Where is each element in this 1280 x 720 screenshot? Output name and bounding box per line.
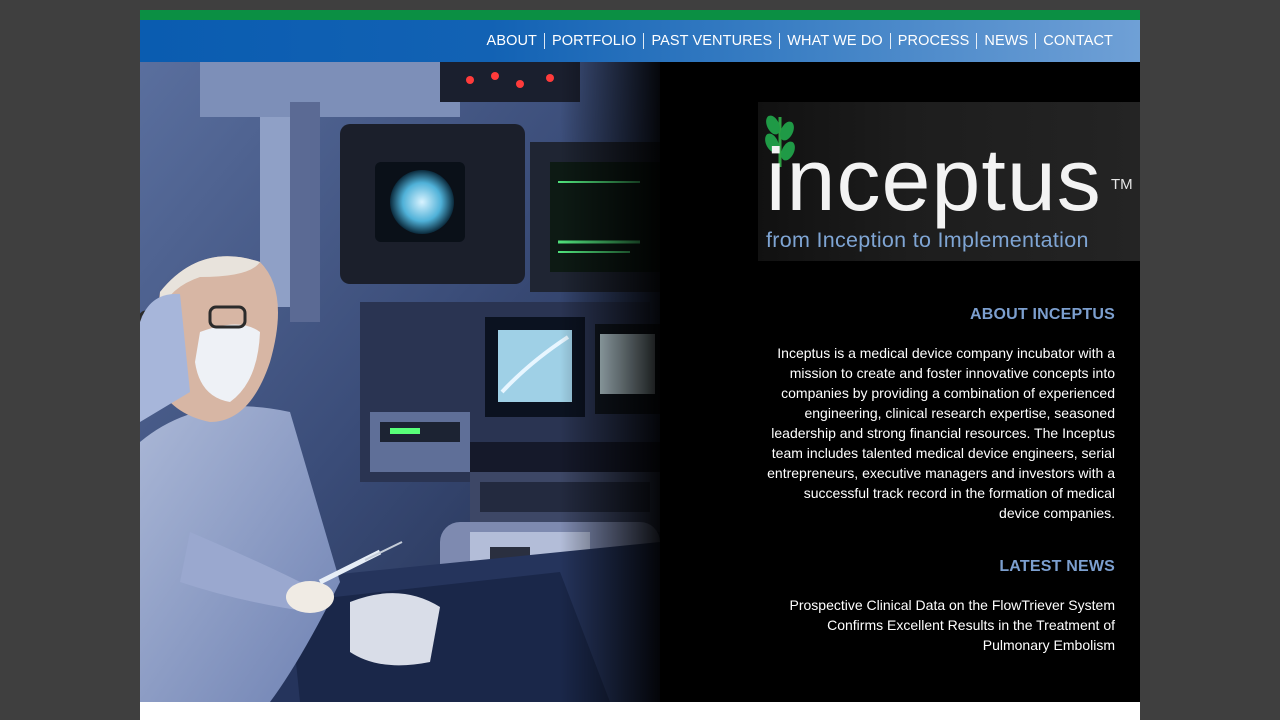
logo-wordmark: inceptus (766, 130, 1102, 229)
nav-item-what-we-do[interactable]: WHAT WE DO (779, 33, 890, 49)
about-heading: ABOUT INCEPTUS (969, 306, 1115, 323)
content-column: ABOUT INCEPTUS Inceptus is a medical dev… (760, 302, 1115, 655)
latest-news-heading: LATEST NEWS (999, 558, 1115, 575)
nav-item-contact[interactable]: CONTACT (1035, 33, 1120, 49)
nav-item-process[interactable]: PROCESS (889, 33, 977, 49)
main-nav: ABOUT PORTFOLIO PAST VENTURES WHAT WE DO… (480, 20, 1120, 62)
logo-trademark: TM (1111, 176, 1133, 193)
about-body: Inceptus is a medical device company inc… (767, 345, 1115, 521)
logo-tagline: from Inception to Implementation (766, 228, 1089, 252)
inceptus-logo[interactable]: inceptus TM from Inception to Implementa… (758, 102, 1140, 261)
photo-fade-overlay (560, 62, 670, 702)
page-container: ABOUT PORTFOLIO PAST VENTURES WHAT WE DO… (140, 10, 1140, 720)
news-headline-link[interactable]: Prospective Clinical Data on the FlowTri… (760, 595, 1116, 655)
nav-item-past-ventures[interactable]: PAST VENTURES (643, 33, 779, 49)
hero-section: inceptus TM from Inception to Implementa… (140, 62, 1140, 702)
nav-item-about[interactable]: ABOUT (480, 33, 544, 49)
nav-item-portfolio[interactable]: PORTFOLIO (544, 33, 643, 49)
main-navigation-bar: ABOUT PORTFOLIO PAST VENTURES WHAT WE DO… (140, 20, 1140, 62)
top-accent-bar (140, 10, 1140, 20)
nav-item-news[interactable]: NEWS (976, 33, 1035, 49)
